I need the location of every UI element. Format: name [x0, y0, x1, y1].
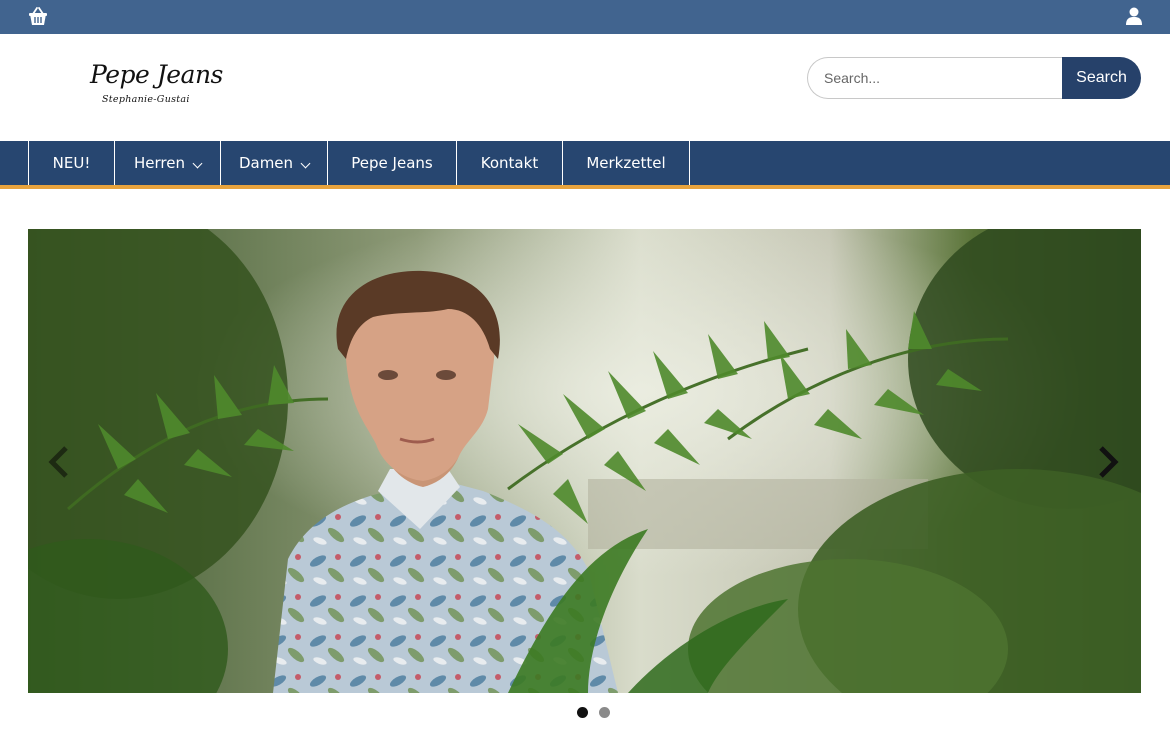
nav-item-label: NEU! [52, 154, 91, 172]
basket-icon[interactable] [27, 6, 49, 28]
nav-item-pepe-jeans[interactable]: Pepe Jeans [328, 141, 457, 185]
slider-pagination [577, 707, 610, 718]
nav-item-label: Damen [238, 154, 294, 172]
nav-item-neu[interactable]: NEU! [29, 141, 115, 185]
nav-item-kontakt[interactable]: Kontakt [457, 141, 563, 185]
chevron-left-icon[interactable] [46, 444, 72, 480]
search-button[interactable]: Search [1062, 57, 1141, 99]
logo-brand: Pepe Jeans [90, 60, 223, 89]
hero-slider[interactable] [28, 229, 1141, 693]
logo-subtitle: Stephanie-Gustai [102, 94, 190, 105]
slider-dot-1[interactable] [577, 707, 588, 718]
site-logo[interactable]: Pepe Jeans Stephanie-Gustai [88, 60, 223, 112]
chevron-down-icon [192, 158, 203, 169]
slider-dot-2[interactable] [599, 707, 610, 718]
hero-image [28, 229, 1141, 693]
user-icon[interactable] [1124, 6, 1144, 26]
chevron-down-icon [300, 158, 311, 169]
chevron-right-icon[interactable] [1095, 444, 1121, 480]
nav-item-label: Herren [134, 154, 185, 172]
nav-item-label: Pepe Jeans [351, 154, 433, 172]
nav-item-label: Kontakt [480, 154, 539, 172]
nav-item-damen[interactable]: Damen [221, 141, 328, 185]
nav-item-label: Merkzettel [586, 154, 666, 172]
top-bar [0, 0, 1170, 34]
nav-item-merkzettel[interactable]: Merkzettel [563, 141, 690, 185]
nav-list: NEU! Herren Damen Pepe Jeans Kontakt Mer… [28, 141, 690, 185]
main-nav: NEU! Herren Damen Pepe Jeans Kontakt Mer… [0, 141, 1170, 185]
nav-item-herren[interactable]: Herren [115, 141, 221, 185]
nav-accent-line [0, 185, 1170, 189]
search-input[interactable] [807, 57, 1065, 99]
